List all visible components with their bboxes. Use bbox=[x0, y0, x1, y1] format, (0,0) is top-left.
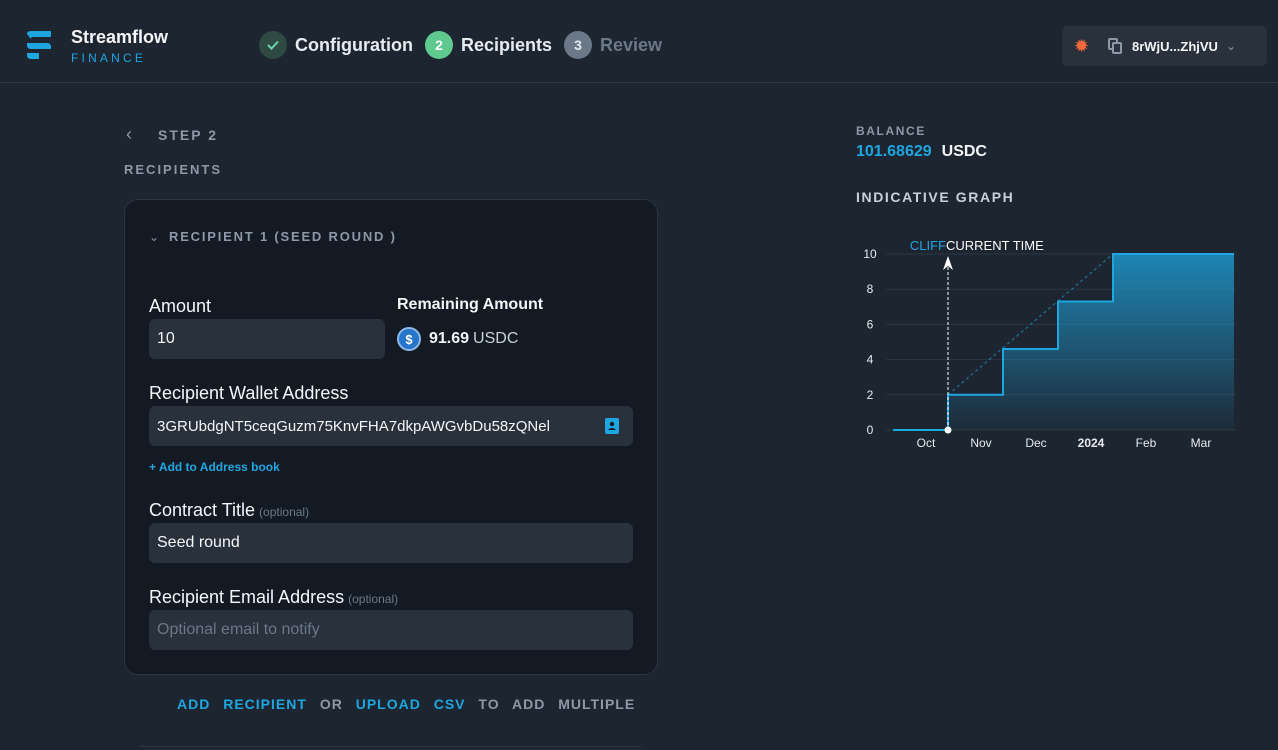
recipient-card: ⌄ RECIPIENT 1 (SEED ROUND ) Amount Remai… bbox=[124, 199, 658, 675]
remaining-amount-value: 91.69 bbox=[429, 330, 470, 347]
back-label: STEP 2 bbox=[158, 126, 218, 143]
step-label: Configuration bbox=[295, 34, 413, 55]
app-name: Streamflow bbox=[71, 27, 169, 47]
wallet-address-input[interactable] bbox=[149, 406, 633, 446]
step-review[interactable]: 3 Review bbox=[564, 31, 662, 59]
optional-tag: (optional) bbox=[348, 592, 399, 606]
step-label: Recipients bbox=[460, 34, 553, 55]
vesting-area bbox=[893, 254, 1234, 430]
wallet-button[interactable]: ✹ 8rWjU...ZhjVU ⌄ bbox=[1062, 26, 1267, 66]
current-time-annotation: CURRENT TIME bbox=[946, 238, 1044, 253]
amount-label: Amount bbox=[149, 296, 212, 316]
contract-title-input[interactable] bbox=[149, 523, 633, 563]
chevron-down-icon: ⌄ bbox=[149, 229, 160, 244]
indicative-graph: 0 2 4 6 8 10 Oct Nov Dec 2024 Feb Mar CLIFF CURRENT T… bbox=[863, 238, 1236, 450]
contract-title-text: Contract Title bbox=[149, 500, 256, 520]
chevron-down-icon: ⌄ bbox=[1225, 39, 1237, 53]
balance-label: BALANCE bbox=[856, 124, 926, 138]
y-tick-label: 6 bbox=[867, 317, 874, 331]
recipient-link[interactable]: RECIPIENT bbox=[223, 696, 307, 712]
to-text: TO bbox=[478, 696, 500, 712]
y-tick-label: 8 bbox=[867, 282, 874, 296]
x-tick-label: 2024 bbox=[1078, 436, 1105, 450]
chevron-left-icon: ‹ bbox=[126, 124, 132, 144]
balance-value: 101.68629 USDC bbox=[856, 143, 987, 161]
wallet-address: 8rWjU...ZhjVU bbox=[1132, 38, 1218, 54]
or-text: OR bbox=[319, 696, 343, 712]
section-title: RECIPIENTS bbox=[124, 162, 223, 177]
step-recipients[interactable]: 2 Recipients bbox=[424, 31, 553, 59]
x-tick-label: Dec bbox=[1025, 436, 1046, 450]
step-number: 2 bbox=[424, 31, 453, 59]
add-to-address-book-link[interactable]: + Add to Address book bbox=[149, 460, 280, 474]
burst-icon: ✹ bbox=[1074, 35, 1090, 56]
recipient-title: RECIPIENT 1 (SEED ROUND ) bbox=[169, 229, 397, 244]
email-label: Recipient Email Address (optional) bbox=[149, 587, 398, 608]
x-tick-label: Mar bbox=[1191, 436, 1212, 450]
x-tick-label: Oct bbox=[917, 436, 936, 450]
y-tick-label: 10 bbox=[863, 247, 877, 261]
remaining-amount: $ 91.69 USDC bbox=[397, 327, 518, 351]
logo[interactable]: Streamflow FINANCE bbox=[25, 28, 168, 64]
y-tick-label: 4 bbox=[867, 353, 874, 367]
check-icon bbox=[259, 31, 287, 59]
address-book-icon[interactable] bbox=[605, 418, 619, 434]
divider bbox=[140, 746, 642, 747]
remaining-amount-label: Remaining Amount bbox=[397, 296, 544, 313]
balance-amount: 101.68629 bbox=[856, 143, 932, 160]
y-tick-label: 0 bbox=[867, 423, 874, 437]
remaining-amount-unit: USDC bbox=[473, 330, 519, 347]
current-time-dot bbox=[944, 426, 952, 434]
recipient-toggle[interactable]: ⌄ RECIPIENT 1 (SEED ROUND ) bbox=[149, 229, 397, 244]
upload-link[interactable]: UPLOAD bbox=[356, 696, 421, 712]
top-bar: Streamflow FINANCE Configuration 2 Recip… bbox=[0, 0, 1278, 83]
cliff-annotation: CLIFF bbox=[910, 238, 946, 253]
x-tick-label: Nov bbox=[970, 436, 991, 450]
graph-title: INDICATIVE GRAPH bbox=[856, 189, 1015, 205]
copy-icon[interactable] bbox=[1108, 38, 1122, 54]
optional-tag: (optional) bbox=[259, 505, 310, 519]
email-input[interactable] bbox=[149, 610, 633, 650]
x-tick-label: Feb bbox=[1136, 436, 1157, 450]
contract-title-label: Contract Title (optional) bbox=[149, 500, 309, 521]
csv-link[interactable]: CSV bbox=[434, 696, 466, 712]
step-configuration[interactable]: Configuration bbox=[259, 31, 413, 59]
wallet-address-label: Recipient Wallet Address bbox=[149, 383, 349, 403]
usdc-coin-icon: $ bbox=[397, 327, 421, 351]
step-label: Review bbox=[600, 34, 663, 55]
back-button[interactable]: ‹ STEP 2 bbox=[126, 124, 218, 145]
step-number: 3 bbox=[564, 31, 593, 59]
multiple-text: MULTIPLE bbox=[558, 696, 636, 712]
app-subtitle: FINANCE bbox=[71, 51, 147, 65]
streamflow-logo-icon bbox=[27, 31, 51, 59]
stepper: Configuration 2 Recipients 3 Review bbox=[259, 31, 674, 59]
balance-unit: USDC bbox=[941, 143, 987, 160]
add-link[interactable]: ADD bbox=[177, 696, 210, 712]
y-tick-label: 2 bbox=[867, 388, 874, 402]
add-text: ADD bbox=[511, 696, 546, 712]
add-recipient-footer: ADD RECIPIENT OR UPLOAD CSV TO ADD MULTI… bbox=[177, 696, 635, 712]
email-label-text: Recipient Email Address bbox=[149, 587, 345, 607]
amount-input[interactable] bbox=[149, 319, 385, 359]
